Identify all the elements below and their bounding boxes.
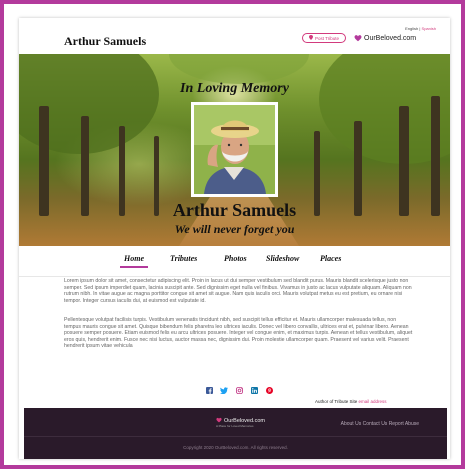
- author-label: Author of Tribute Site: [315, 399, 358, 404]
- post-tribute-button[interactable]: Post Tribute: [302, 33, 346, 43]
- site-footer: OurBeloved.com A Place for Loved Memorie…: [24, 408, 447, 459]
- site-logo[interactable]: OurBeloved.com: [354, 34, 416, 42]
- site-title: Arthur Samuels: [64, 34, 147, 48]
- footer-divider: [24, 436, 447, 437]
- instagram-icon[interactable]: [235, 386, 243, 394]
- pinterest-icon[interactable]: [265, 386, 273, 394]
- page-frame: English | Spanish Arthur Samuels Post Tr…: [0, 0, 465, 469]
- post-tribute-label: Post Tribute: [314, 35, 339, 41]
- content-paragraph: Pellentesque volutpat facilisis turpis. …: [64, 317, 413, 350]
- main-navigation: Home Tributes Photos Slideshow Places: [19, 246, 450, 277]
- banner-subtitle: We will never forget you: [174, 222, 295, 236]
- memorial-portrait[interactable]: [191, 102, 278, 197]
- nav-slideshow[interactable]: Slideshow: [266, 254, 299, 263]
- banner-name: Arthur Samuels: [172, 200, 297, 220]
- linkedin-icon[interactable]: [250, 386, 258, 394]
- footer-links[interactable]: About Us Contact Us Report Abuse: [341, 421, 419, 427]
- content-paragraph: Lorem ipsum dolor sit amet, consectetur …: [64, 278, 412, 304]
- foliage-top: [169, 54, 309, 84]
- author-email-link[interactable]: email address: [359, 399, 387, 404]
- language-english[interactable]: English: [405, 26, 418, 31]
- tree-trunk: [431, 96, 440, 216]
- nav-places[interactable]: Places: [320, 254, 341, 263]
- nav-home[interactable]: Home: [120, 254, 148, 268]
- tribute-author: Author of Tribute Site email address: [315, 399, 387, 404]
- heart-logo-icon: [354, 34, 362, 42]
- social-share-bar: [205, 386, 273, 394]
- footer-tagline: A Place for Loved Memories: [216, 424, 254, 428]
- memorial-banner: In Loving Memory Arthur Samuels We will …: [19, 54, 450, 246]
- logo-text: OurBeloved.com: [364, 34, 417, 42]
- tribute-page: English | Spanish Arthur Samuels Post Tr…: [19, 18, 450, 459]
- in-loving-memory-heading: In Loving Memory: [180, 81, 289, 96]
- language-spanish[interactable]: Spanish: [422, 26, 436, 31]
- facebook-icon[interactable]: [205, 386, 213, 394]
- nav-tributes[interactable]: Tributes: [170, 254, 197, 263]
- footer-copyright: Copyright 2020 OurBeloved.com. All right…: [183, 445, 288, 450]
- twitter-icon[interactable]: [220, 386, 228, 394]
- nav-photos[interactable]: Photos: [224, 254, 247, 263]
- pin-icon: [308, 35, 313, 41]
- language-switcher: English | Spanish: [405, 26, 436, 31]
- portrait-image: [194, 105, 275, 194]
